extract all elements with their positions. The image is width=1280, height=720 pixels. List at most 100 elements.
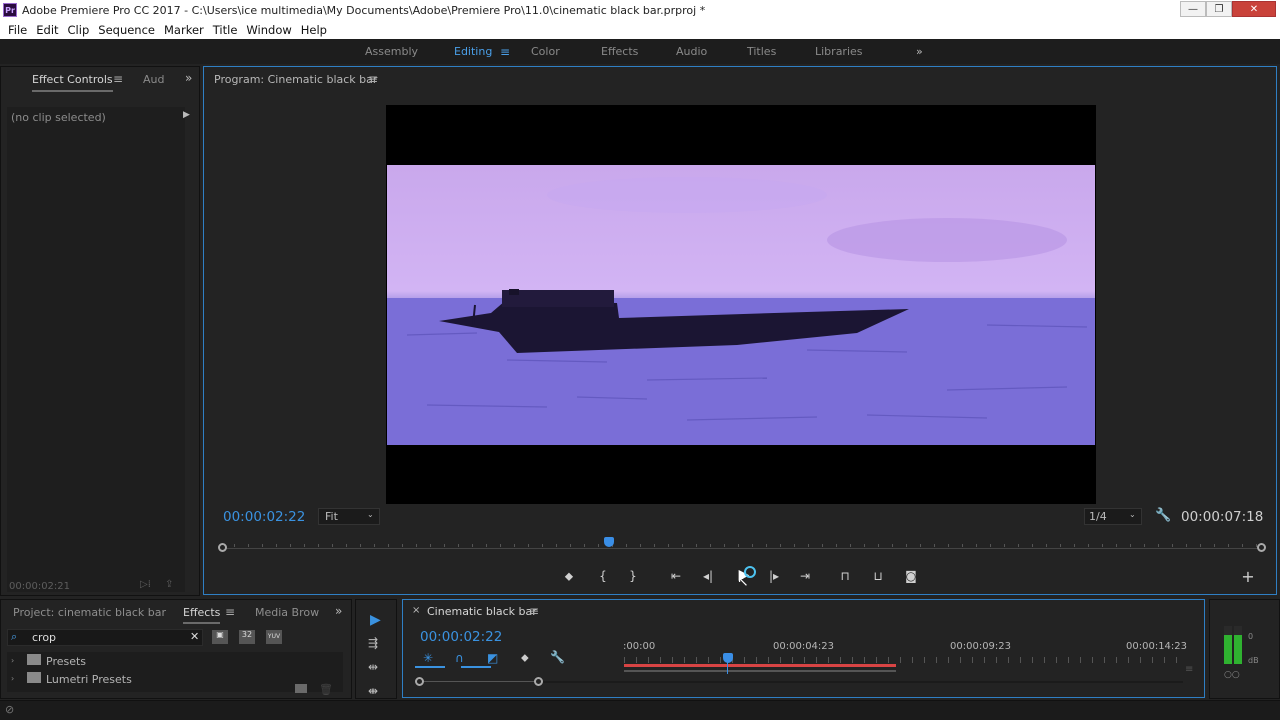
wrench-settings-icon[interactable]: 🔧 (1155, 508, 1171, 523)
workspace-audio[interactable]: Audio (676, 45, 707, 58)
clear-search-icon[interactable]: ✕ (190, 630, 199, 643)
status-bar: ⊘ (0, 700, 1280, 720)
audio-meter-panel: 0 dB ○○ (1209, 599, 1280, 699)
timeline-current-timecode[interactable]: 00:00:02:22 (420, 629, 502, 645)
add-marker-icon[interactable]: ⬥ (561, 569, 577, 584)
rolling-edit-tool-icon[interactable]: ⇼ (368, 684, 378, 698)
panel-menu-icon[interactable]: ≡ (225, 605, 235, 619)
button-editor-plus-icon[interactable]: + (1240, 567, 1256, 586)
program-playhead[interactable] (604, 537, 614, 547)
new-folder-icon[interactable] (295, 684, 307, 693)
lift-icon[interactable]: ⊓ (837, 569, 853, 583)
track-select-tool-icon[interactable]: ⇶ (368, 636, 378, 650)
menu-marker[interactable]: Marker (164, 23, 204, 37)
panel-menu-icon[interactable]: ≡ (368, 72, 378, 86)
workspace-color[interactable]: Color (531, 45, 560, 58)
expand-tabs-icon[interactable]: » (185, 71, 192, 85)
effects-search-input[interactable]: ⌕ crop ✕ (7, 629, 203, 646)
menu-help[interactable]: Help (301, 23, 327, 37)
effects-search-value: crop (32, 631, 57, 644)
tree-item-presets[interactable]: Presets (46, 655, 86, 668)
filter-icon[interactable]: ▷⁞ (140, 579, 151, 590)
yuv-badge[interactable]: YUV (266, 630, 282, 644)
tab-effects[interactable]: Effects (183, 606, 221, 624)
go-to-in-icon[interactable]: ⇤ (668, 569, 684, 583)
expand-tabs-icon[interactable]: » (335, 604, 342, 618)
workspace-assembly[interactable]: Assembly (365, 45, 418, 58)
step-back-icon[interactable]: ◂| (700, 569, 716, 583)
menu-sequence[interactable]: Sequence (98, 23, 155, 37)
panel-menu-icon[interactable]: ≡ (113, 72, 123, 86)
extract-icon[interactable]: ⊔ (870, 569, 886, 583)
menu-bar: File Edit Clip Sequence Marker Title Win… (0, 20, 1280, 39)
panel-menu-icon[interactable]: ≡ (529, 604, 539, 618)
expand-arrow-icon[interactable]: › (11, 656, 14, 665)
close-window-button[interactable]: ✕ (1232, 1, 1276, 17)
timeline-zoom-scrollbar[interactable] (415, 677, 543, 687)
zoom-handle-left[interactable] (218, 543, 227, 552)
window-title: Adobe Premiere Pro CC 2017 - C:\Users\ic… (22, 3, 706, 17)
32bit-badge[interactable]: 32 (239, 630, 255, 644)
zoom-handle-right[interactable] (1257, 543, 1266, 552)
audio-meter-right (1234, 626, 1242, 664)
trash-icon[interactable]: 🗑 (319, 683, 333, 696)
wrench-settings-icon[interactable]: 🔧 (550, 650, 565, 664)
close-tab-icon[interactable]: × (412, 605, 420, 616)
effect-controls-panel: Effect Controls ≡ Aud » (no clip selecte… (0, 66, 200, 596)
menu-edit[interactable]: Edit (36, 23, 58, 37)
export-frame-camera-icon[interactable]: ◙ (903, 569, 919, 583)
menu-title[interactable]: Title (213, 23, 238, 37)
zoom-handle-right[interactable] (534, 677, 543, 686)
mark-out-icon[interactable]: } (625, 569, 641, 583)
workspace-editing[interactable]: Editing (454, 45, 492, 58)
marker-icon[interactable]: ⬥ (521, 651, 529, 665)
ruler-label-2: 00:00:09:23 (950, 641, 1012, 652)
ripple-edit-tool-icon[interactable]: ⇹ (368, 660, 378, 674)
ruler-label-0: :00:00 (623, 641, 656, 652)
tab-effect-controls[interactable]: Effect Controls (32, 73, 113, 92)
work-area-bar[interactable] (624, 664, 896, 667)
ruler-label-1: 00:00:04:23 (773, 641, 835, 652)
program-scrubber[interactable] (218, 537, 1266, 555)
menu-window[interactable]: Window (246, 23, 291, 37)
selection-tool-icon[interactable]: ▶ (370, 612, 381, 628)
fit-zoom-dropdown[interactable]: Fit ⌄ (318, 508, 380, 525)
more-workspaces-icon[interactable]: » (916, 45, 923, 58)
tab-project[interactable]: Project: cinematic black bar (13, 606, 166, 619)
accelerated-effects-icon[interactable]: ▣ (212, 630, 228, 644)
step-forward-icon[interactable]: |▸ (766, 569, 782, 583)
clip-range-bar (624, 670, 896, 672)
timeline-playhead[interactable] (723, 653, 733, 663)
scroll-handle-icon[interactable]: ≡ (1185, 664, 1193, 675)
tab-audio-clip-mixer[interactable]: Aud (143, 73, 164, 86)
linked-selection-magnet-icon[interactable]: ∩ (455, 651, 464, 665)
tree-item-lumetri-presets[interactable]: Lumetri Presets (46, 673, 132, 686)
zoom-handle-left[interactable] (415, 677, 424, 686)
export-icon[interactable]: ⇪ (165, 579, 173, 590)
add-marker-timeline-icon[interactable]: ◩ (487, 651, 498, 665)
tab-media-browser[interactable]: Media Brow (255, 606, 319, 619)
restore-button[interactable]: ❐ (1206, 1, 1232, 17)
program-monitor-panel: Program: Cinematic black bar ≡ 00:00:02:… (203, 66, 1277, 595)
no-clip-label: (no clip selected) (11, 111, 106, 124)
mark-in-icon[interactable]: { (595, 569, 611, 583)
menu-clip[interactable]: Clip (68, 23, 90, 37)
program-current-timecode[interactable]: 00:00:02:22 (223, 509, 305, 525)
minimize-button[interactable]: — (1180, 1, 1206, 17)
meter-top-label: 0 (1248, 632, 1254, 641)
horizontal-scroll-track[interactable] (543, 681, 1183, 683)
workspace-libraries[interactable]: Libraries (815, 45, 863, 58)
solo-buttons-icon[interactable]: ○○ (1224, 670, 1240, 680)
resolution-value: 1/4 (1089, 510, 1107, 523)
menu-file[interactable]: File (8, 23, 27, 37)
workspace-menu-icon[interactable]: ≡ (500, 45, 510, 59)
workspace-effects[interactable]: Effects (601, 45, 638, 58)
go-to-out-icon[interactable]: ⇥ (797, 569, 813, 583)
ruler-label-3: 00:00:14:23 (1126, 641, 1188, 652)
play-triangle-icon[interactable]: ▶ (183, 110, 190, 120)
workspace-titles[interactable]: Titles (747, 45, 776, 58)
expand-arrow-icon[interactable]: › (11, 674, 14, 683)
folder-icon (27, 672, 41, 683)
resolution-dropdown[interactable]: 1/4 ⌄ (1084, 508, 1142, 525)
snap-icon[interactable]: ✳ (423, 651, 433, 665)
